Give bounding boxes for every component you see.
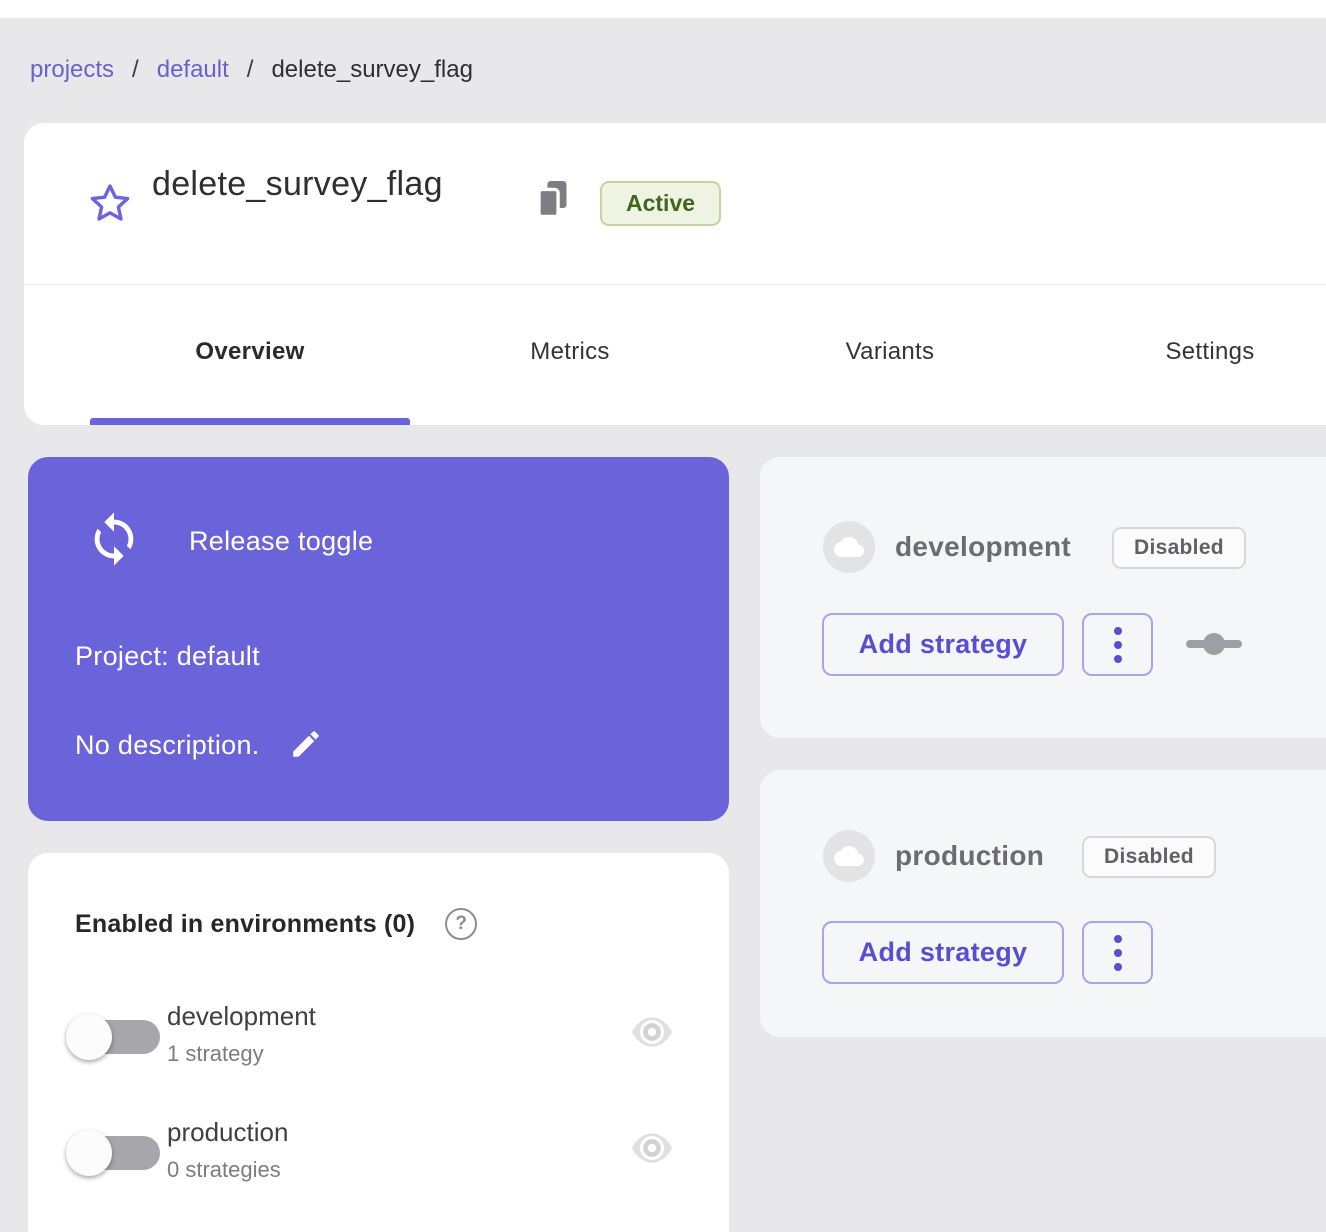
enabled-environments-card: Enabled in environments (0) ? developmen… — [28, 853, 729, 1232]
toggle-development[interactable] — [66, 1007, 178, 1067]
toggle-production[interactable] — [66, 1123, 178, 1183]
edit-description-pencil-icon[interactable] — [288, 727, 324, 763]
environment-name: production — [167, 1117, 288, 1148]
tab-settings[interactable]: Settings — [1050, 285, 1326, 419]
eye-icon[interactable] — [628, 1013, 676, 1053]
breadcrumb: projects / default / delete_survey_flag — [30, 56, 473, 84]
environment-name: development — [167, 1001, 316, 1032]
release-toggle-card: Release toggle Project: default No descr… — [28, 457, 729, 821]
top-strip — [0, 0, 1326, 18]
breadcrumb-default-link[interactable]: default — [157, 56, 229, 84]
feature-flag-page: projects / default / delete_survey_flag … — [0, 0, 1326, 1232]
sync-loop-icon — [85, 510, 143, 573]
breadcrumb-separator: / — [132, 56, 139, 84]
tab-metrics[interactable]: Metrics — [410, 285, 730, 419]
flag-type-label: Release toggle — [189, 526, 373, 557]
breadcrumb-separator: / — [247, 56, 254, 84]
environment-strategy-count: 1 strategy — [167, 1041, 264, 1067]
environment-card-title: development — [895, 531, 1071, 563]
description-label: No description. — [75, 730, 260, 761]
tab-overview[interactable]: Overview — [90, 285, 410, 419]
status-badge: Active — [600, 181, 721, 226]
breadcrumb-current: delete_survey_flag — [271, 56, 472, 84]
tab-bar: Overview Metrics Variants Settings — [24, 285, 1326, 425]
enabled-environments-title: Enabled in environments (0) — [75, 910, 415, 939]
question-mark-icon[interactable]: ? — [445, 908, 477, 940]
environment-row-development: development 1 strategy — [28, 1001, 729, 1081]
environment-card-title: production — [895, 840, 1044, 872]
environment-row-production: production 0 strategies — [28, 1117, 729, 1197]
project-label: Project: default — [75, 641, 260, 672]
environment-card-production: production Disabled Add strategy — [760, 770, 1326, 1037]
cloud-icon — [823, 521, 875, 573]
kebab-menu-icon[interactable] — [1082, 613, 1153, 676]
tab-variants[interactable]: Variants — [730, 285, 1050, 419]
active-tab-indicator — [90, 418, 410, 425]
flag-header-card: delete_survey_flag Active Overview Metri… — [24, 123, 1326, 425]
page-title: delete_survey_flag — [152, 165, 443, 204]
favorite-star-icon[interactable] — [86, 180, 134, 228]
breadcrumb-projects-link[interactable]: projects — [30, 56, 114, 84]
copy-name-icon[interactable] — [536, 181, 570, 217]
environment-card-development: development Disabled Add strategy — [760, 457, 1326, 738]
cloud-icon — [823, 830, 875, 882]
add-strategy-button[interactable]: Add strategy — [822, 613, 1064, 676]
eye-icon[interactable] — [628, 1129, 676, 1169]
environment-status-badge: Disabled — [1082, 836, 1216, 878]
environment-status-badge: Disabled — [1112, 527, 1246, 569]
kebab-menu-icon[interactable] — [1082, 921, 1153, 984]
slider-icon — [1186, 632, 1242, 661]
environment-strategy-count: 0 strategies — [167, 1157, 281, 1183]
add-strategy-button[interactable]: Add strategy — [822, 921, 1064, 984]
